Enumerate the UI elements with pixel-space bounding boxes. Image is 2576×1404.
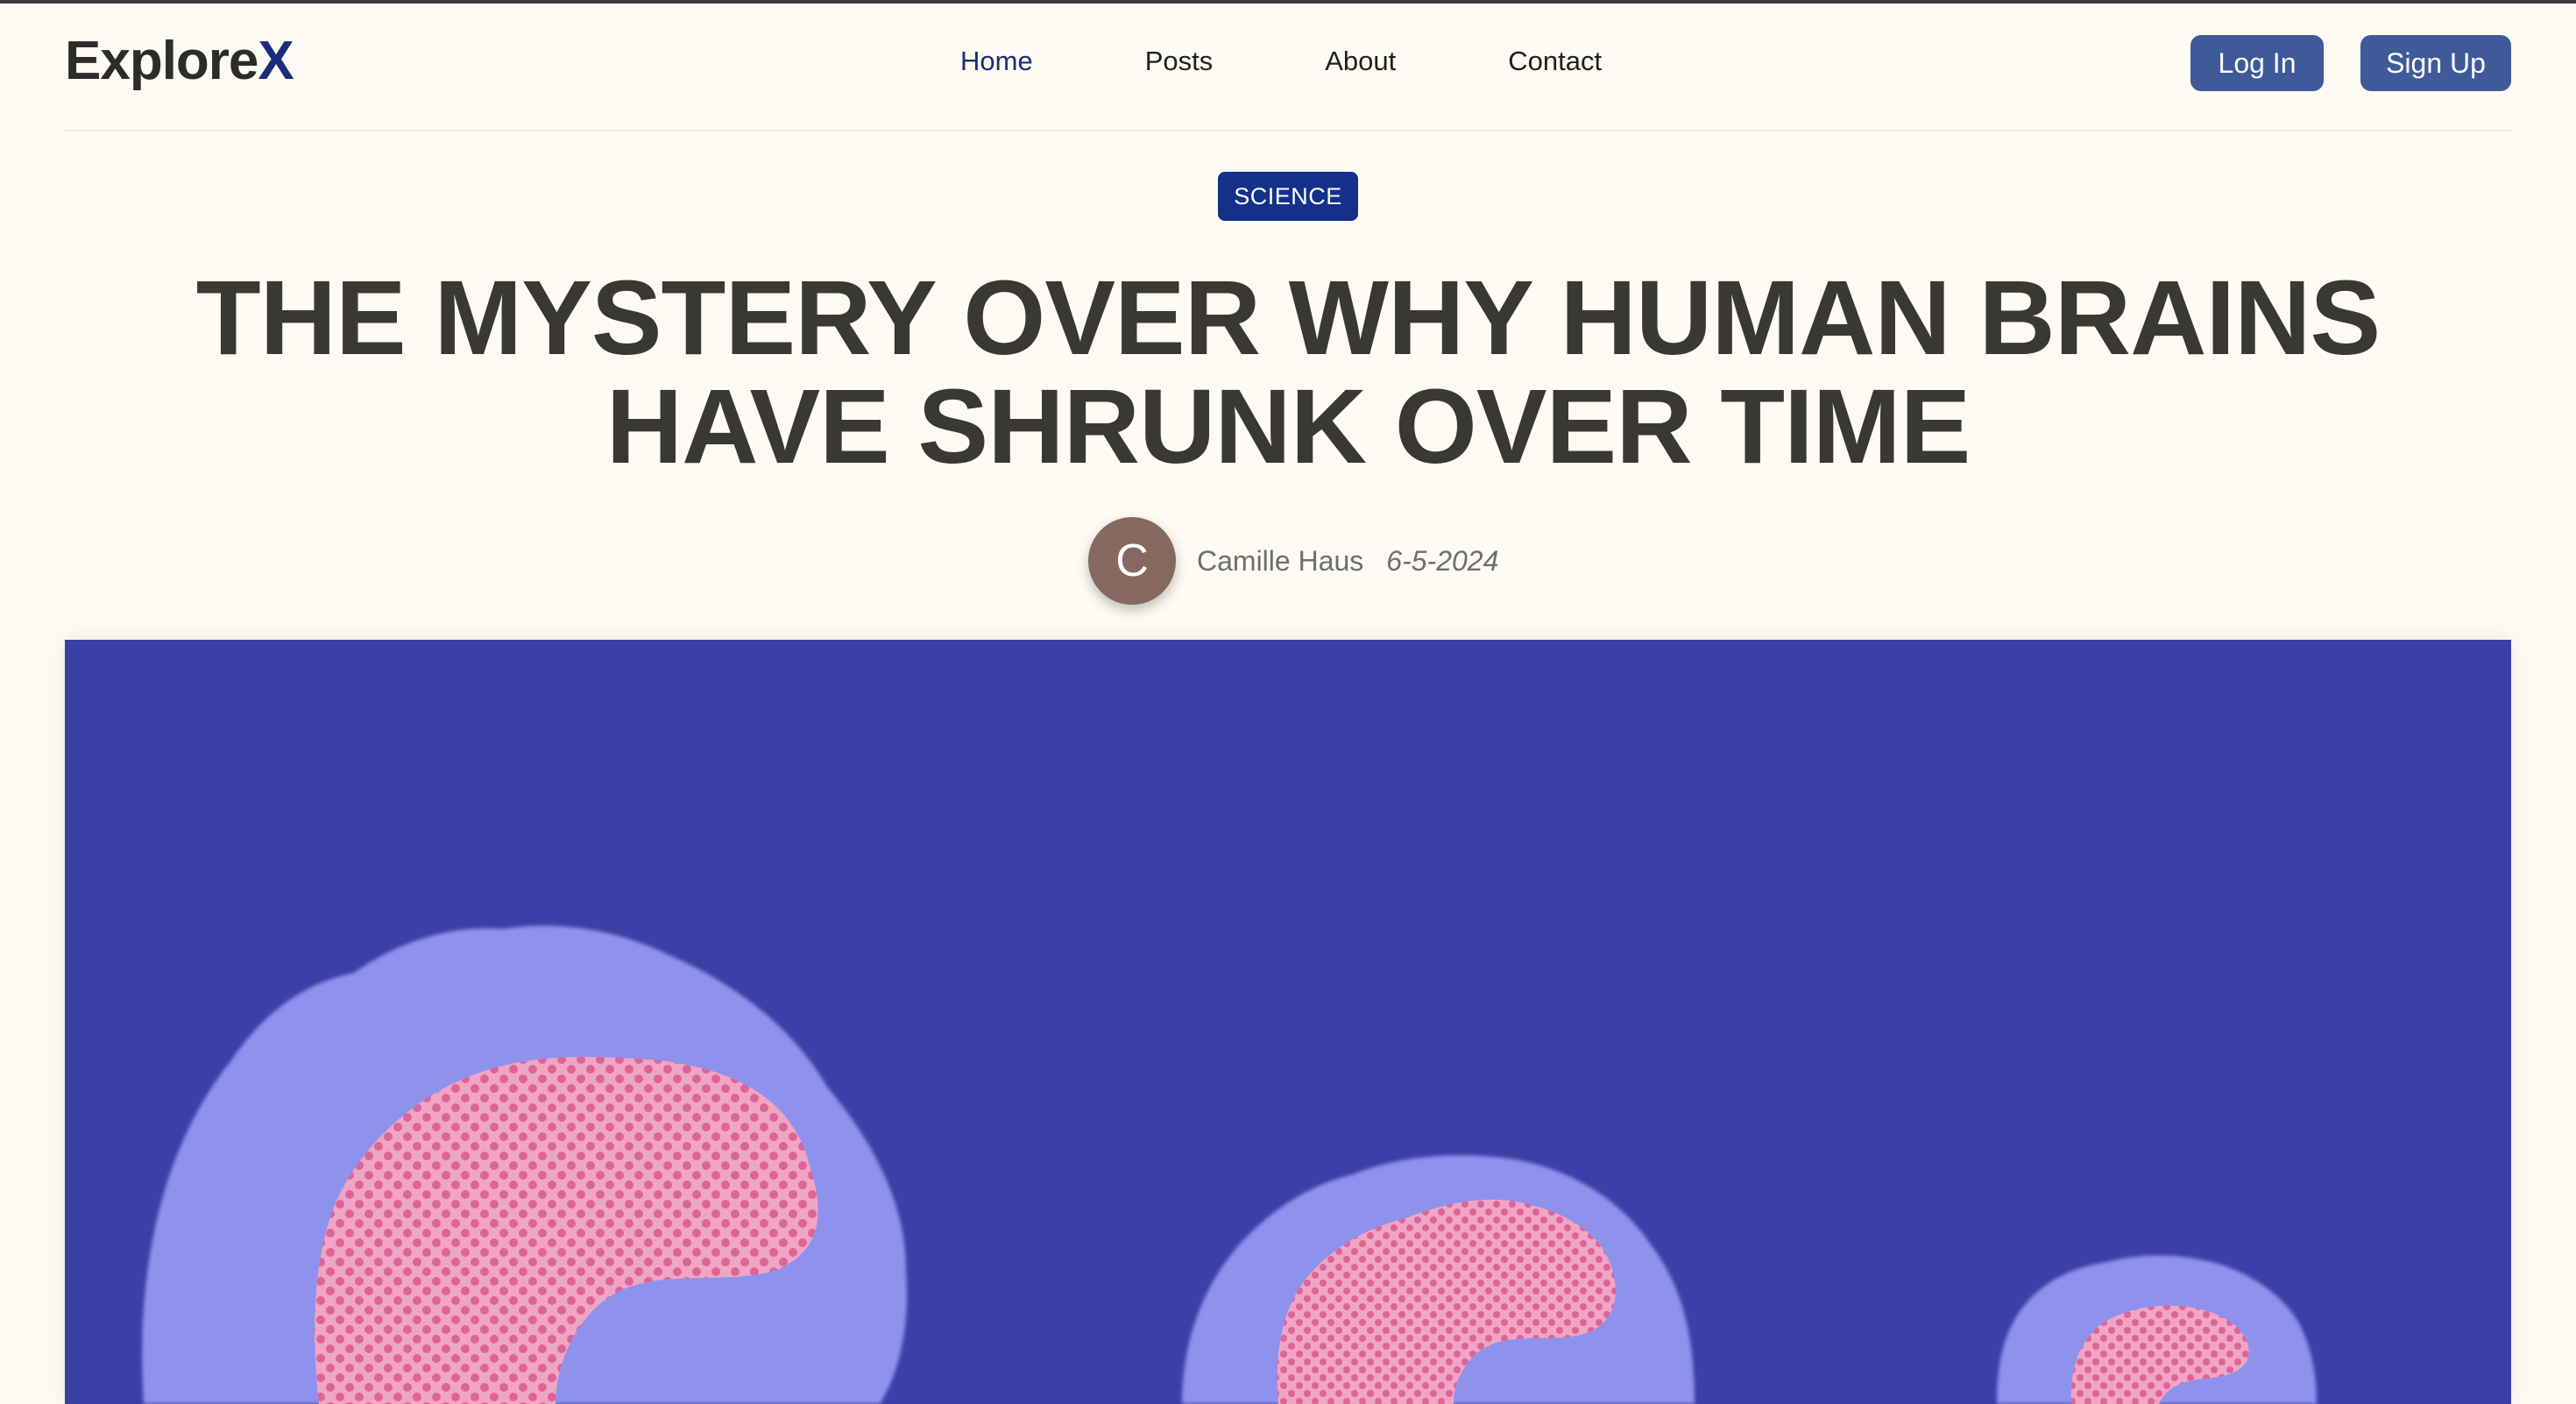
hero-image <box>65 640 2511 1404</box>
nav-contact-link[interactable]: Contact <box>1508 46 1602 77</box>
signup-button[interactable]: Sign Up <box>2360 35 2511 91</box>
main-nav: Home Posts About Contact <box>960 46 1714 77</box>
logo-accent: X <box>258 31 294 91</box>
article-title: THE MYSTERY OVER WHY HUMAN BRAINS HAVE S… <box>195 258 2381 486</box>
brain-illustration-icon <box>142 925 2317 1404</box>
login-button[interactable]: Log In <box>2190 35 2324 91</box>
publish-date: 6-5-2024 <box>1386 544 1499 577</box>
nav-posts-link[interactable]: Posts <box>1145 46 1214 77</box>
nav-about-link[interactable]: About <box>1325 46 1396 77</box>
category-badge[interactable]: SCIENCE <box>1218 172 1358 221</box>
byline: C Camille Haus 6-5-2024 <box>1088 517 1498 605</box>
author-name[interactable]: Camille Haus <box>1197 545 1363 578</box>
site-header: ExploreX Home Posts About Contact Log In… <box>65 4 2511 131</box>
logo-text: Explore <box>65 31 258 91</box>
site-logo[interactable]: ExploreX <box>65 30 294 92</box>
author-avatar[interactable]: C <box>1088 517 1176 605</box>
nav-home-link[interactable]: Home <box>960 46 1033 77</box>
